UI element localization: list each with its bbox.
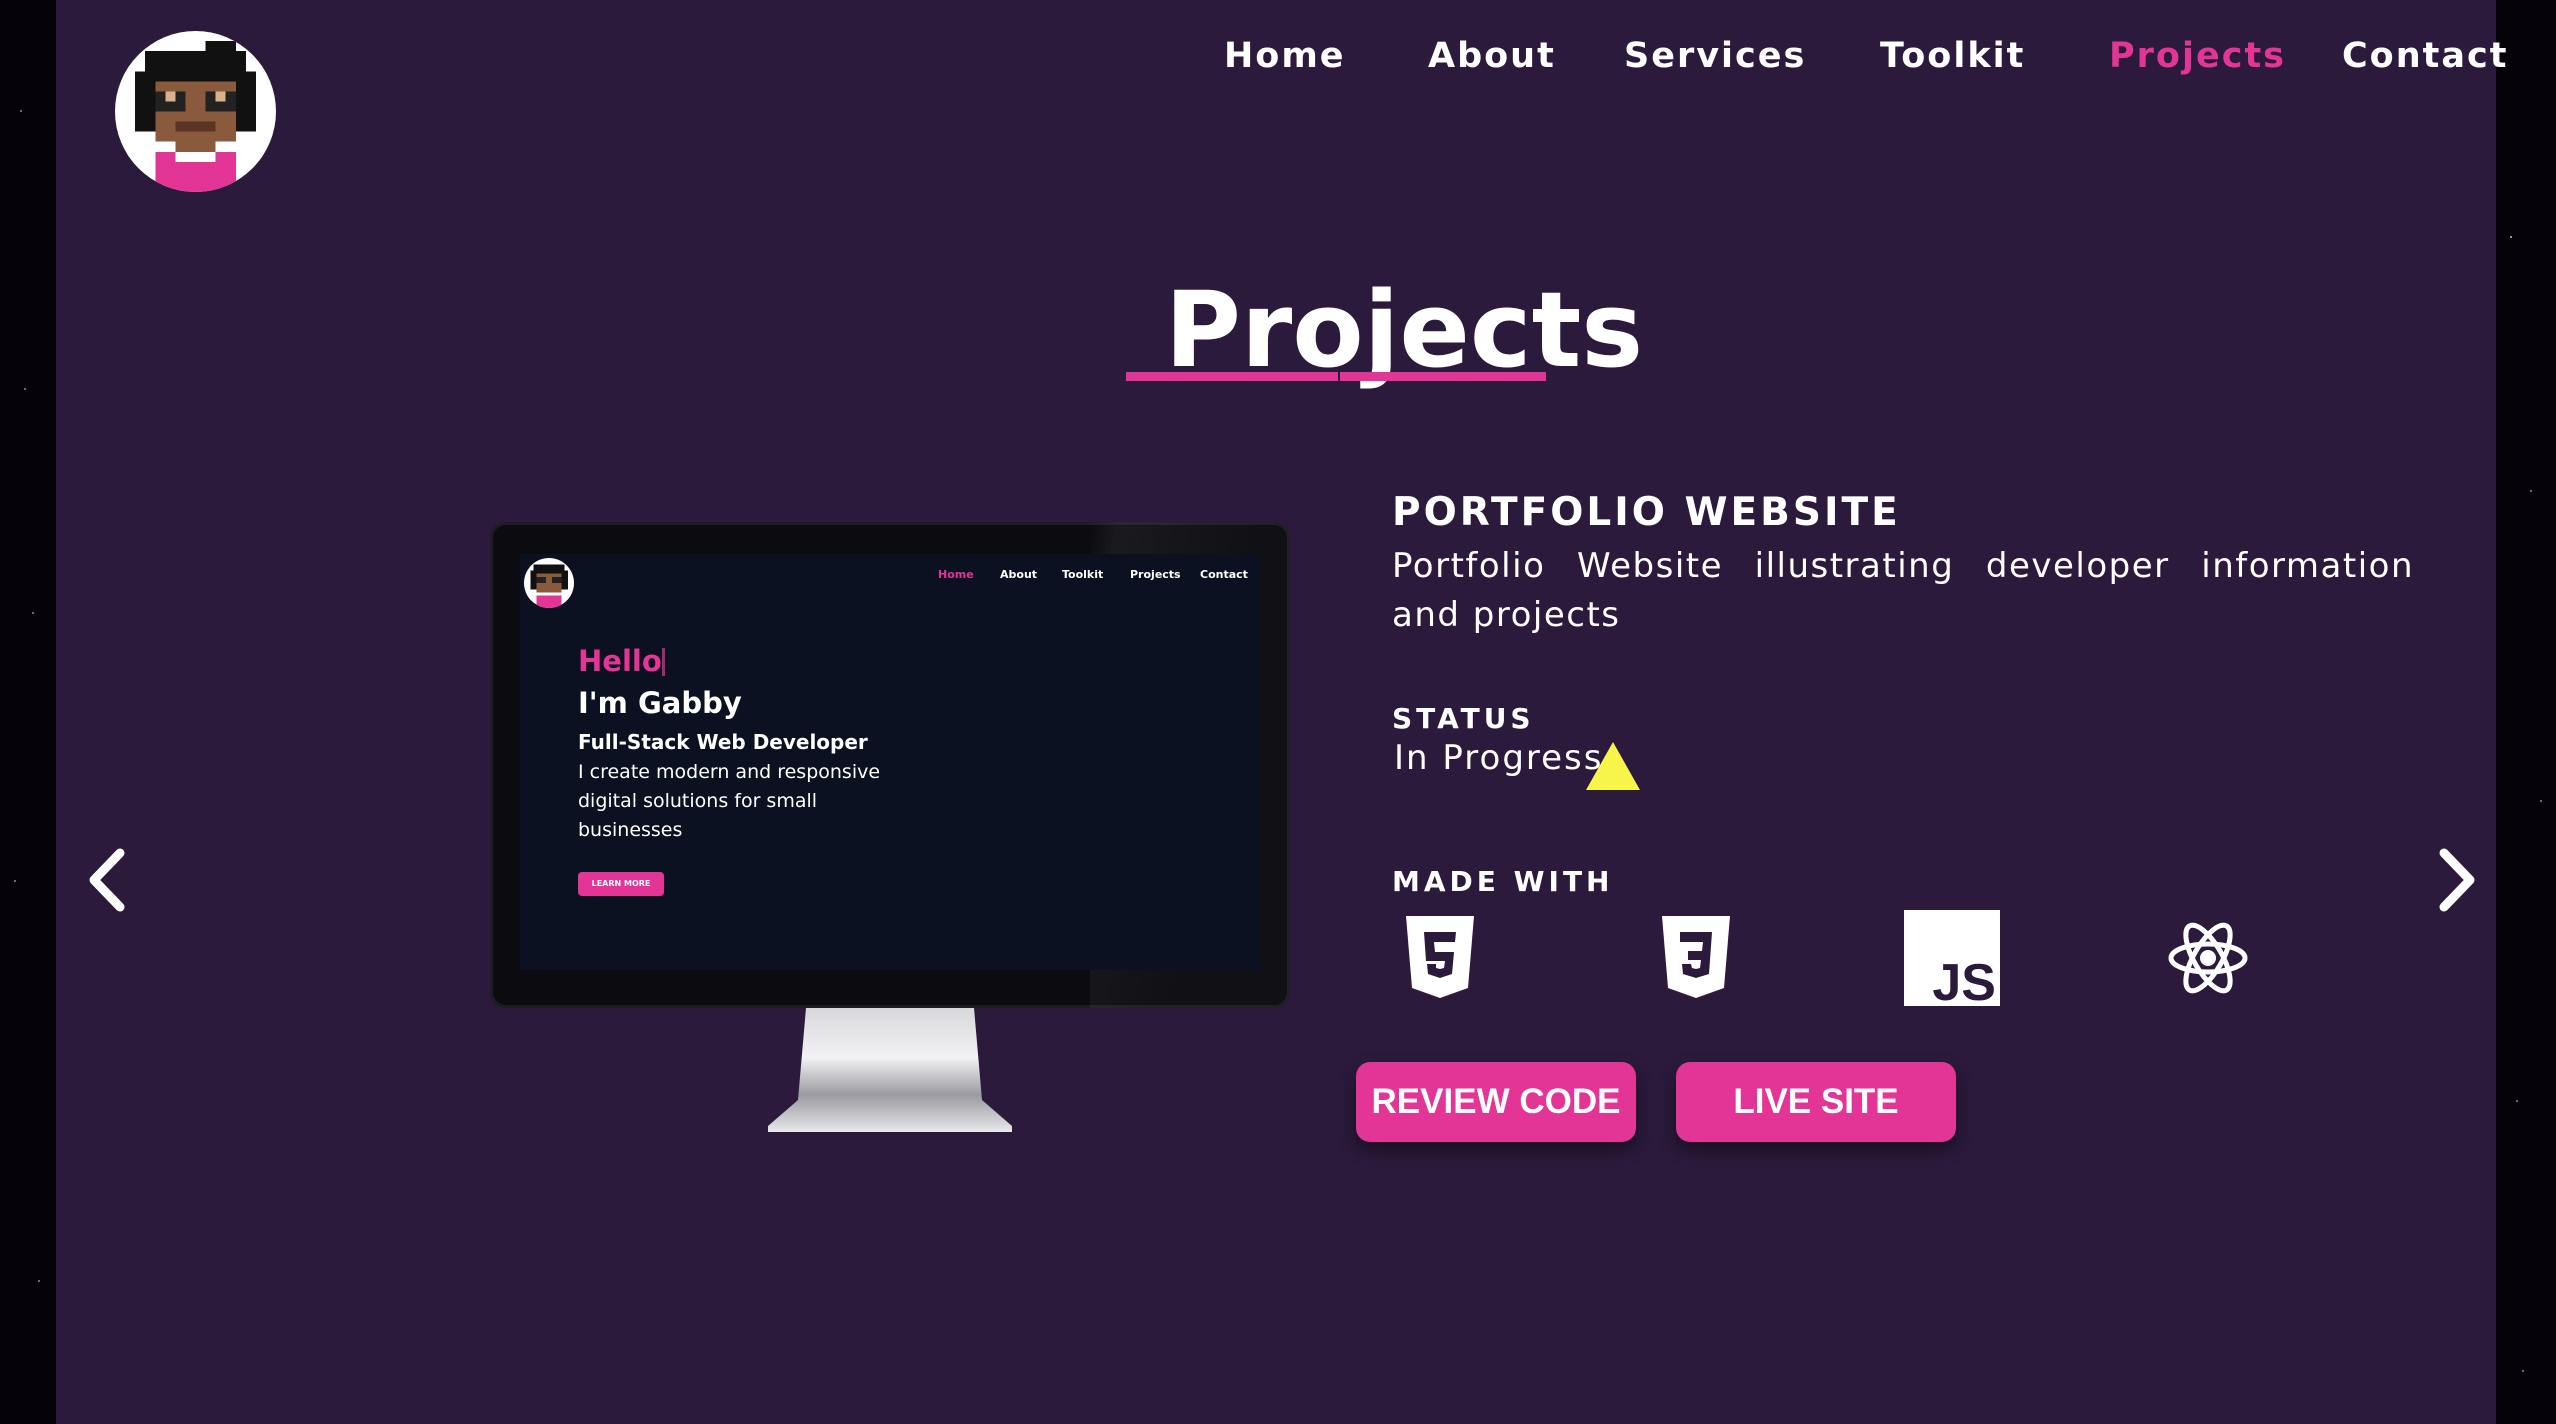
preview-avatar bbox=[524, 558, 574, 608]
live-site-button[interactable]: LIVE SITE bbox=[1676, 1062, 1956, 1142]
warning-triangle-icon bbox=[1586, 742, 1640, 790]
nav-contact[interactable]: Contact bbox=[2342, 34, 2508, 78]
preview-description: I create modern and responsive digital s… bbox=[578, 761, 881, 841]
avatar[interactable] bbox=[115, 31, 276, 192]
status-label: STATUS bbox=[1392, 702, 1535, 735]
preview-nav-about: About bbox=[1000, 568, 1038, 581]
title-underline-left bbox=[1126, 372, 1338, 381]
preview-hello: Hello bbox=[578, 644, 662, 678]
preview-nav-home: Home bbox=[938, 568, 974, 581]
project-description: Portfolio Website illustrating developer… bbox=[1392, 546, 2414, 635]
react-icon bbox=[2168, 922, 2248, 994]
nav-home[interactable]: Home bbox=[1224, 34, 1346, 78]
preview-name: I'm Gabby bbox=[578, 686, 742, 720]
nav-about[interactable]: About bbox=[1428, 34, 1556, 78]
review-code-button[interactable]: REVIEW CODE bbox=[1356, 1062, 1636, 1142]
nav-toolkit[interactable]: Toolkit bbox=[1880, 34, 2025, 78]
status-value: In Progress bbox=[1394, 738, 1604, 778]
next-arrow-icon[interactable] bbox=[2424, 845, 2484, 915]
preview-nav-projects: Projects bbox=[1130, 568, 1181, 581]
previous-arrow-icon[interactable] bbox=[80, 845, 140, 915]
main-panel: Home About Services Toolkit Projects Con… bbox=[56, 0, 2506, 1424]
title-underline-right bbox=[1340, 372, 1546, 381]
javascript-icon: JS bbox=[1904, 910, 2000, 1008]
preview-screen: Home About Toolkit Projects Contact Hell… bbox=[520, 554, 1260, 970]
monitor-stand bbox=[768, 1008, 1012, 1132]
pixel-avatar-icon bbox=[135, 41, 256, 192]
preview-learn-more-button: LEARN MORE bbox=[578, 872, 664, 896]
nav-services[interactable]: Services bbox=[1624, 34, 1806, 78]
project-name: PORTFOLIO WEBSITE bbox=[1392, 490, 1901, 535]
nav-projects[interactable]: Projects bbox=[2109, 34, 2286, 78]
preview-role: Full-Stack Web Developer bbox=[578, 730, 868, 754]
preview-nav-contact: Contact bbox=[1200, 568, 1248, 581]
css3-icon bbox=[1662, 916, 1730, 998]
preview-nav-toolkit: Toolkit bbox=[1062, 568, 1104, 581]
made-with-label: MADE WITH bbox=[1392, 865, 1614, 898]
svg-text:JS: JS bbox=[1932, 954, 1996, 1008]
pixel-avatar-icon bbox=[530, 564, 568, 608]
project-preview-monitor: Home About Toolkit Projects Contact Hell… bbox=[490, 522, 1290, 1132]
html5-icon bbox=[1406, 916, 1474, 998]
